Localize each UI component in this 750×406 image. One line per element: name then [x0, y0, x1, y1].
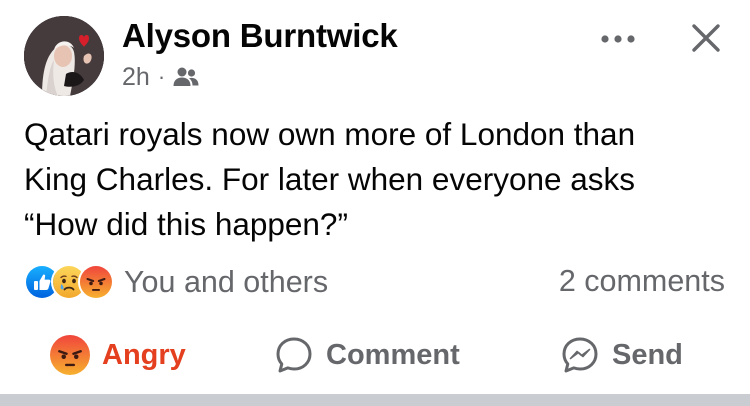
- comments-count-link[interactable]: 2 comments: [559, 264, 725, 299]
- angry-reaction: [78, 264, 114, 300]
- close-icon: [692, 24, 720, 52]
- comment-button-label: Comment: [326, 338, 460, 371]
- comment-bubble-icon: [276, 337, 312, 373]
- send-button-label: Send: [612, 338, 683, 371]
- send-button[interactable]: Send: [560, 328, 683, 382]
- feed-divider: [0, 394, 750, 406]
- post-text-line: Qatari royals now own more of London tha…: [24, 116, 636, 152]
- post-action-bar: Angry Comment Send: [0, 328, 750, 382]
- meta-separator: ·: [157, 64, 166, 89]
- author-avatar[interactable]: [24, 16, 104, 96]
- author-name[interactable]: Alyson Burntwick: [122, 17, 398, 55]
- messenger-icon: [562, 337, 598, 373]
- reaction-icons: [24, 264, 114, 300]
- close-button[interactable]: [684, 16, 728, 60]
- angry-reaction-button[interactable]: Angry: [50, 328, 186, 382]
- angry-face-icon: [50, 335, 90, 375]
- post-timestamp[interactable]: 2h: [122, 63, 150, 92]
- post-text-line: King Charles. For later when everyone as…: [24, 161, 636, 197]
- comment-button[interactable]: Comment: [274, 328, 460, 382]
- post-meta: 2h ·: [122, 62, 199, 92]
- reaction-summary-text[interactable]: You and others: [124, 265, 328, 300]
- more-options-button[interactable]: [596, 24, 640, 54]
- reactions-summary[interactable]: You and others: [24, 262, 328, 302]
- post-text-line: “How did this happen?”: [24, 206, 348, 242]
- avatar-image: [24, 16, 104, 96]
- more-dots-icon: [601, 35, 635, 43]
- angry-button-label: Angry: [102, 338, 186, 371]
- angry-icon: [80, 266, 112, 298]
- post-card: Alyson Burntwick 2h · Qatari royals now …: [0, 0, 750, 394]
- post-text: Qatari royals now own more of London tha…: [24, 112, 736, 247]
- friends-icon[interactable]: [173, 66, 199, 88]
